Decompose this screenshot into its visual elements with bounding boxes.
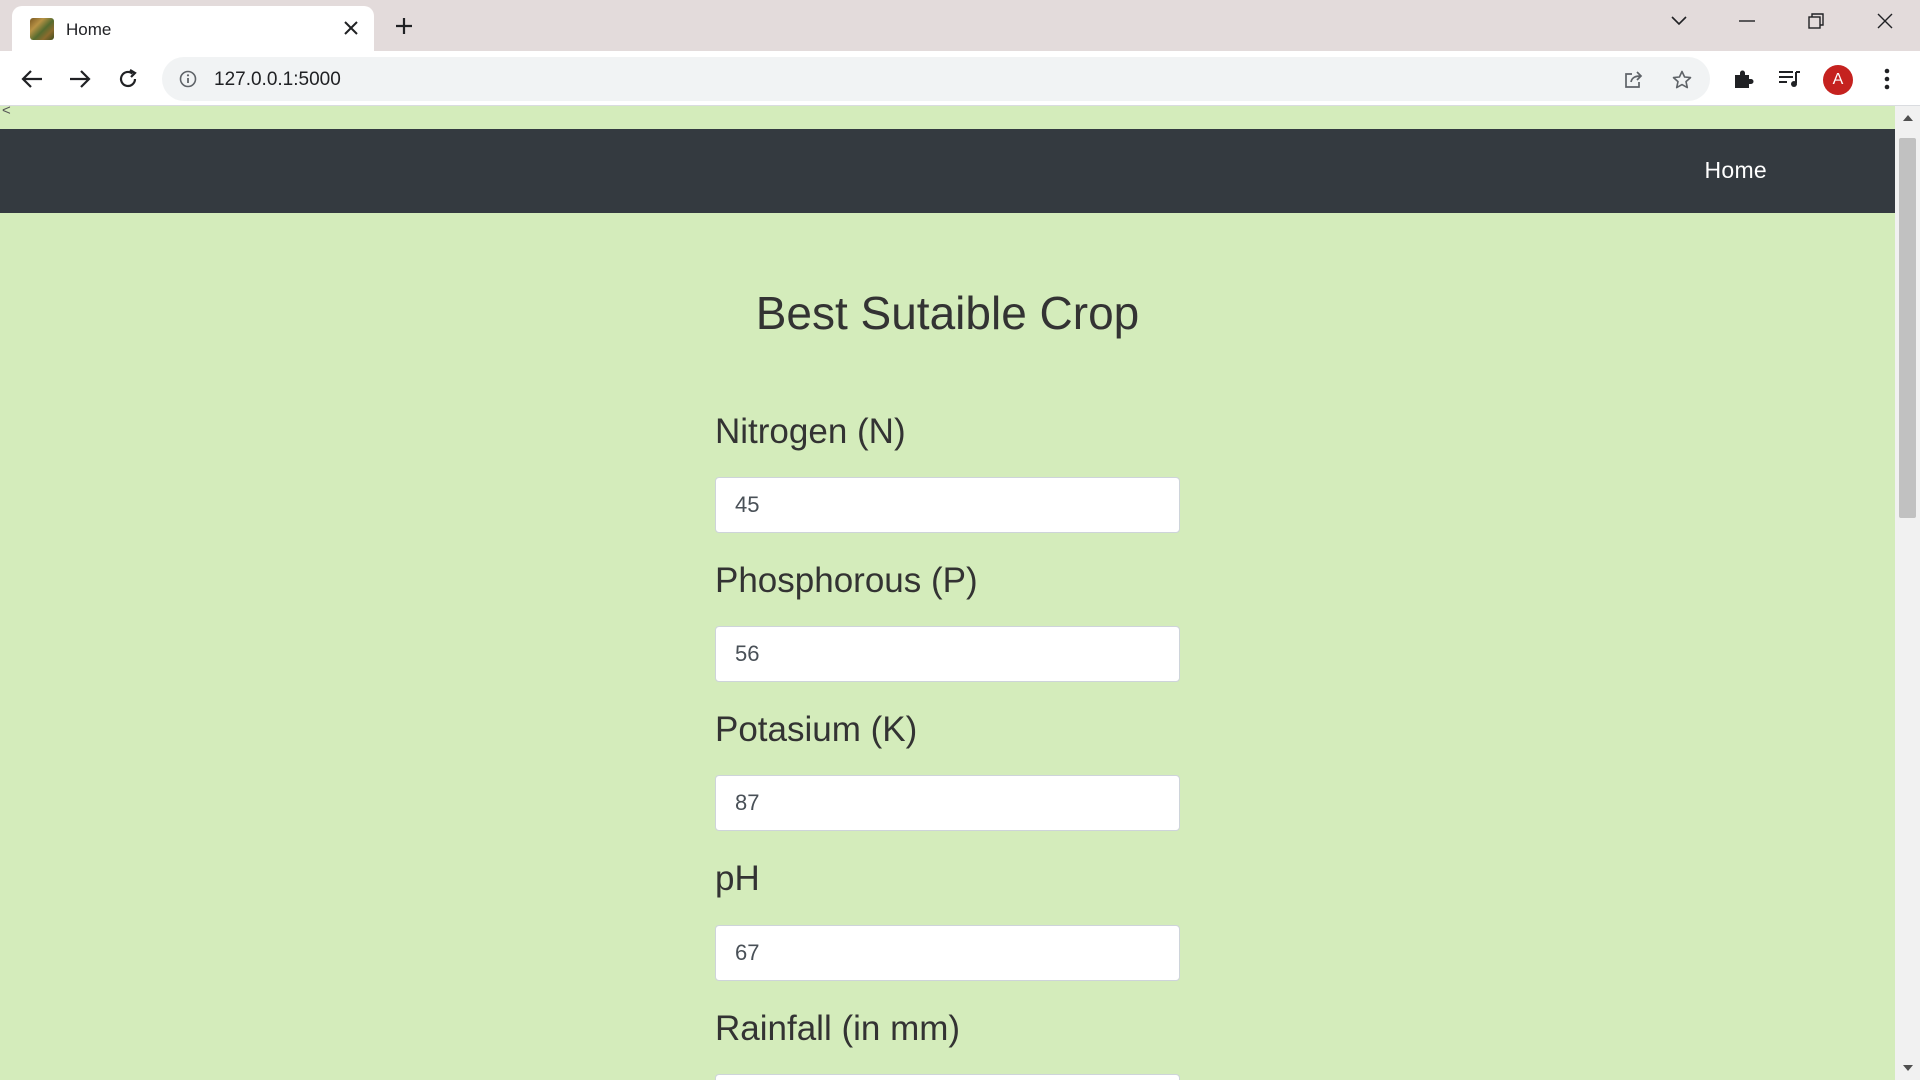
close-window-icon[interactable]: [1851, 0, 1919, 42]
phosphorous-input[interactable]: [715, 626, 1180, 682]
media-queue-icon[interactable]: [1773, 62, 1807, 96]
nitrogen-input[interactable]: [715, 477, 1180, 533]
site-navbar: Home: [0, 129, 1895, 213]
address-bar[interactable]: 127.0.0.1:5000: [162, 57, 1710, 101]
potasium-label: Potasium (K): [715, 710, 918, 749]
browser-menu-kebab-icon[interactable]: [1870, 62, 1904, 96]
scrollbar-thumb[interactable]: [1899, 138, 1916, 518]
tab-search-chevron-icon[interactable]: [1645, 0, 1713, 42]
browser-tab-strip: Home: [0, 0, 1920, 51]
share-icon[interactable]: [1619, 65, 1649, 95]
scroll-up-arrow-icon[interactable]: [1895, 106, 1920, 130]
rainfall-label: Rainfall (in mm): [715, 1009, 961, 1048]
reload-icon[interactable]: [110, 61, 146, 97]
potasium-input[interactable]: [715, 775, 1180, 831]
page-viewport: < Home Best Sutaible Crop Nitrogen (N) P…: [0, 106, 1920, 1080]
ph-input[interactable]: [715, 925, 1180, 981]
stray-text: <: [2, 106, 11, 119]
page-scrollbar[interactable]: [1895, 106, 1920, 1080]
page-title: Best Sutaible Crop: [755, 287, 1140, 339]
scroll-down-arrow-icon[interactable]: [1895, 1056, 1920, 1080]
forward-arrow-icon[interactable]: [62, 61, 98, 97]
minimize-icon[interactable]: [1713, 0, 1781, 42]
restore-icon[interactable]: [1782, 0, 1850, 42]
ph-label: pH: [715, 859, 760, 898]
close-tab-icon[interactable]: [338, 15, 364, 41]
address-url: 127.0.0.1:5000: [214, 69, 341, 90]
nav-home-link[interactable]: Home: [1704, 157, 1767, 184]
browser-tab[interactable]: Home: [12, 6, 374, 51]
bookmark-star-icon[interactable]: [1667, 65, 1697, 95]
phosphorous-label: Phosphorous (P): [715, 561, 978, 600]
back-arrow-icon[interactable]: [14, 61, 50, 97]
extensions-puzzle-icon[interactable]: [1726, 62, 1760, 96]
new-tab-plus-icon[interactable]: [388, 10, 420, 42]
rainfall-input[interactable]: [715, 1074, 1180, 1080]
tab-title: Home: [66, 20, 112, 39]
crop-field-favicon-icon: [30, 18, 54, 40]
nitrogen-label: Nitrogen (N): [715, 412, 906, 451]
site-info-icon[interactable]: [176, 67, 200, 91]
profile-avatar[interactable]: A: [1823, 65, 1853, 95]
browser-toolbar: 127.0.0.1:5000 A: [0, 51, 1920, 106]
